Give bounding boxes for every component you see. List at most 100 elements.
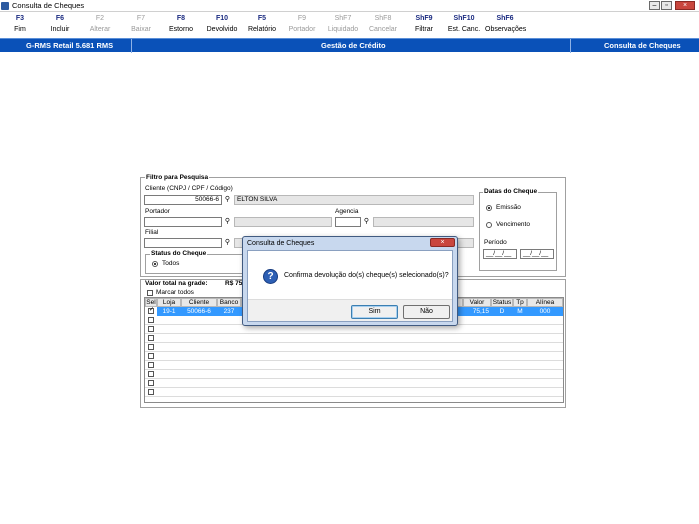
col-header-status[interactable]: Status [491,298,513,307]
button-label: Relatório [247,26,276,33]
toolbar-alterar-button[interactable]: F2 Alterar [80,15,120,33]
agencia-input[interactable] [335,217,361,227]
button-label: Filtrar [415,26,433,33]
function-toolbar: F3 Fim F6 Incluir F2 Alterar F7 Baixar F8 Est… [0,13,699,38]
app-icon [1,2,9,10]
toolbar-baixar-button[interactable]: F7 Baixar [121,15,161,33]
cell-loja: 19-1 [162,308,176,315]
confirm-dialog: Consulta de Cheques × ? Confirma devoluç… [242,236,458,326]
row-select-checkbox[interactable] [148,389,154,395]
cell-alinea: 000 [539,308,551,315]
col-header-banco[interactable]: Banco [217,298,241,307]
button-label: Alterar [89,26,111,33]
toolbar-filtrar-button[interactable]: ShF9 Filtrar [404,15,444,33]
dialog-body: ? Confirma devolução do(s) cheque(s) sel… [247,250,453,322]
toolbar-incluir-button[interactable]: F6 Incluir [40,15,80,33]
cell-banco: 237 [223,308,235,315]
row-select-checkbox[interactable] [148,326,154,332]
key-label: F5 [257,15,267,22]
toolbar-devolvido-button[interactable]: F10 Devolvido [202,15,242,33]
col-header-alinea[interactable]: Alínea [527,298,563,307]
button-label: Observações [485,26,527,33]
cell-valor: 75,15 [472,308,489,315]
total-label: Valor total na grade: [145,280,208,287]
status-title: Status do Cheque [150,250,208,257]
binoculars-icon[interactable]: ⚲ [223,195,232,204]
key-label: ShF7 [334,15,352,22]
col-header-tp[interactable]: Tp [513,298,527,307]
cliente-label: Cliente (CNPJ / CPF / Código) [145,185,233,192]
marcar-todos-label: Marcar todos [156,289,194,296]
button-label: Fim [14,26,26,33]
date-from-input[interactable]: __/__/__ [483,249,517,259]
row-select-checkbox[interactable] [148,371,154,377]
minimize-icon[interactable]: – [649,1,660,10]
app-version: G-RMS Retail 5.681 RMS [26,41,114,50]
key-label: ShF9 [415,15,433,22]
key-label: ShF10 [453,15,475,22]
toolbar-portador-button[interactable]: F9 Portador [282,15,322,33]
marcar-todos-checkbox[interactable] [147,290,153,296]
button-label: Incluir [50,26,70,33]
button-label: Cancelar [368,26,397,33]
key-label: F9 [297,15,307,22]
nao-button[interactable]: Não [403,305,450,319]
restore-icon[interactable]: ▫ [661,1,672,10]
divider [570,39,571,53]
window-title: Consulta de Cheques [12,1,85,10]
toolbar-estorno-button[interactable]: F8 Estorno [161,15,201,33]
cell-status: D [499,308,505,315]
module-status-bar: G-RMS Retail 5.681 RMS Gestão de Crédito… [0,38,699,53]
cliente-input[interactable]: 50066-6 [144,195,222,205]
toolbar-est-canc-button[interactable]: ShF10 Est. Canc. [444,15,484,33]
title-bar: Consulta de Cheques – ▫ × [0,0,699,12]
sim-button[interactable]: Sim [351,305,398,319]
key-label: ShF6 [496,15,514,22]
portador-name-field [234,217,332,227]
row-select-checkbox[interactable] [148,362,154,368]
toolbar-observacoes-button[interactable]: ShF6 Observações [485,15,527,33]
toolbar-fim-button[interactable]: F3 Fim [0,15,40,33]
vencimento-radio[interactable] [486,222,492,228]
row-select-checkbox[interactable]: ✓ [148,307,154,314]
toolbar-liquidado-button[interactable]: ShF7 Liquidado [323,15,363,33]
col-header-cliente[interactable]: Cliente [181,298,217,307]
filial-label: Filial [145,229,159,236]
row-select-checkbox[interactable] [148,380,154,386]
row-select-checkbox[interactable] [148,353,154,359]
close-icon[interactable]: × [675,1,695,10]
button-label: Estorno [168,26,194,33]
key-label: F3 [15,15,25,22]
question-icon: ? [263,269,278,284]
date-to-input[interactable]: __/__/__ [520,249,554,259]
cell-cliente: 50066-6 [187,308,211,315]
todos-radio[interactable] [152,261,158,267]
dialog-title: Consulta de Cheques [247,240,315,247]
toolbar-cancelar-button[interactable]: ShF8 Cancelar [363,15,403,33]
col-header-valor[interactable]: Valor [463,298,491,307]
binoculars-icon[interactable]: ⚲ [223,238,232,247]
row-select-checkbox[interactable] [148,335,154,341]
binoculars-icon[interactable]: ⚲ [223,217,232,226]
agencia-name-field [373,217,474,227]
cell-tp: M [517,308,523,315]
key-label: F2 [95,15,105,22]
filial-input[interactable] [144,238,222,248]
dialog-close-icon[interactable]: × [430,238,455,247]
dialog-message: Confirma devolução do(s) cheque(s) selec… [284,272,449,279]
row-select-checkbox[interactable] [148,317,154,323]
periodo-label: Período [484,239,507,246]
row-select-checkbox[interactable] [148,344,154,350]
key-label: F10 [215,15,229,22]
toolbar-relatorio-button[interactable]: F5 Relatório [242,15,282,33]
portador-label: Portador [145,208,170,215]
key-label: F8 [176,15,186,22]
button-label: Liquidado [327,26,359,33]
agencia-label: Agencia [335,208,359,215]
binoculars-icon[interactable]: ⚲ [362,217,371,226]
portador-input[interactable] [144,217,222,227]
key-label: F7 [136,15,146,22]
col-header-loja[interactable]: Loja [157,298,181,307]
emissao-radio[interactable] [486,205,492,211]
datas-group: Datas do Cheque Emissão Vencimento Perío… [479,188,557,271]
